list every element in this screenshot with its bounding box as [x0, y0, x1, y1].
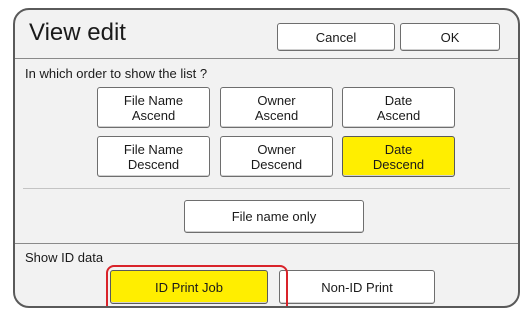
sort-date-descend-button[interactable]: Date Descend [342, 136, 455, 177]
sort-owner-ascend-button[interactable]: Owner Ascend [220, 87, 333, 128]
sort-file-name-ascend-button[interactable]: File Name Ascend [97, 87, 210, 128]
dialog-title: View edit [29, 19, 126, 46]
sort-file-name-descend-button[interactable]: File Name Descend [97, 136, 210, 177]
file-name-only-button[interactable]: File name only [184, 200, 364, 233]
id-data-heading: Show ID data [25, 250, 104, 265]
ok-button[interactable]: OK [400, 23, 500, 51]
sort-owner-descend-button[interactable]: Owner Descend [220, 136, 333, 177]
dialog-header: View edit Cancel OK [15, 10, 518, 59]
sort-date-ascend-button[interactable]: Date Ascend [342, 87, 455, 128]
section-divider [15, 243, 518, 244]
non-id-print-button[interactable]: Non-ID Print [279, 270, 435, 304]
highlight-outline [106, 265, 288, 306]
sort-order-heading: In which order to show the list ? [25, 66, 208, 81]
cancel-button[interactable]: Cancel [277, 23, 395, 51]
section-divider [23, 188, 510, 189]
view-edit-dialog: View edit Cancel OK In which order to sh… [13, 8, 520, 308]
